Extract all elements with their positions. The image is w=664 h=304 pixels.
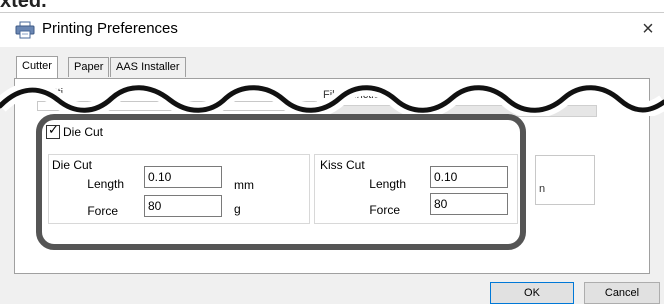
- die-cut-group-title: Die Cut: [52, 158, 93, 172]
- die-cut-force-label: Force: [87, 204, 118, 218]
- title-bar: Printing Preferences ×: [0, 13, 664, 47]
- kiss-cut-force-input[interactable]: [430, 193, 508, 215]
- kiss-cut-length-label: Length: [369, 177, 406, 191]
- kiss-cut-length-input[interactable]: [430, 166, 508, 188]
- top-cropped-area: xted.: [0, 0, 664, 12]
- cancel-button[interactable]: Cancel: [584, 282, 660, 304]
- checkmark-icon: ✓: [48, 122, 59, 137]
- kiss-cut-group-title: Kiss Cut: [320, 158, 365, 172]
- die-cut-force-unit: g: [234, 202, 241, 216]
- background-unit-label: n: [539, 183, 546, 195]
- die-cut-force-input[interactable]: [144, 195, 222, 217]
- die-cut-length-input[interactable]: [144, 166, 222, 188]
- die-cut-length-unit: mm: [234, 178, 254, 192]
- background-group-box: [535, 155, 595, 205]
- close-icon[interactable]: ×: [636, 17, 660, 41]
- cut-wave-divider: [0, 79, 664, 116]
- die-cut-length-label: Length: [87, 177, 124, 191]
- dialog-title: Printing Preferences: [42, 20, 178, 37]
- kiss-cut-force-label: Force: [369, 203, 400, 217]
- ok-button[interactable]: OK: [490, 282, 574, 304]
- printer-icon: [14, 21, 36, 39]
- die-cut-checkbox[interactable]: ✓: [46, 122, 60, 139]
- die-cut-checkbox-label: Die Cut: [63, 125, 104, 139]
